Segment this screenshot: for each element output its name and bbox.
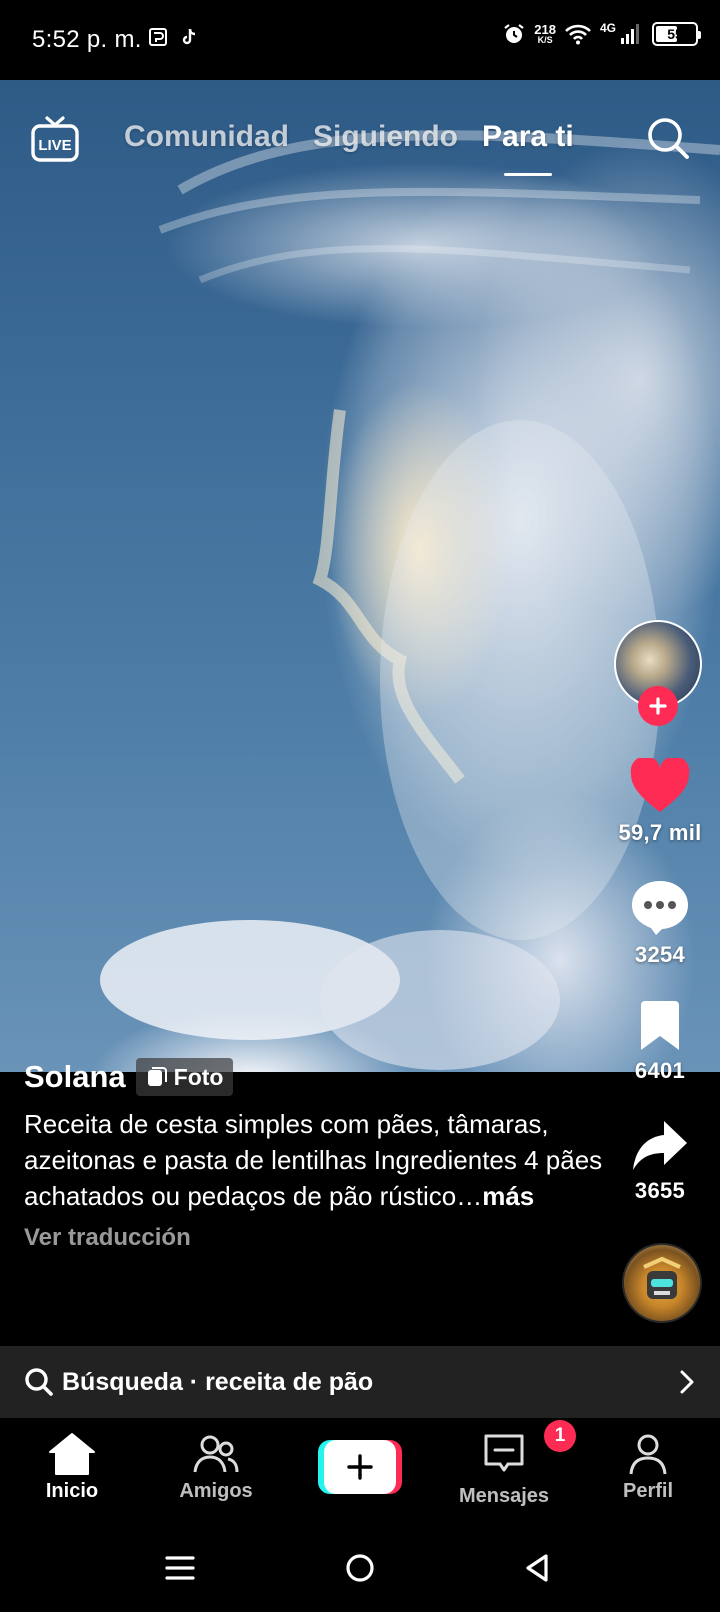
- comment-count: 3254: [634, 942, 686, 967]
- search-icon: [25, 1368, 53, 1396]
- tab-para-ti[interactable]: Para ti: [482, 120, 574, 176]
- search-icon: [648, 118, 689, 159]
- creator-username[interactable]: Solana: [24, 1059, 126, 1095]
- heart-icon: [630, 758, 690, 812]
- friends-icon: [193, 1435, 239, 1473]
- share-count: 3655: [634, 1178, 686, 1203]
- save-count: 6401: [634, 1058, 686, 1083]
- menu-lines-icon: [165, 1556, 195, 1580]
- nav-label-perfil: Perfil: [622, 1480, 674, 1502]
- robot-avatar-icon: [643, 1256, 681, 1299]
- alarm-icon: [504, 24, 524, 43]
- share-arrow-icon: [633, 1121, 687, 1170]
- nav-label-mensajes: Mensajes: [458, 1485, 550, 1507]
- photo-tag-label: Foto: [173, 1063, 224, 1090]
- cell-signal-icon: [621, 24, 639, 44]
- nav-inicio[interactable]: Inicio: [12, 1432, 132, 1503]
- more-link[interactable]: más: [482, 1181, 534, 1211]
- bottom-nav: Inicio Amigos 1 Mensajes Perfil: [0, 1418, 720, 1530]
- search-suggestion-text: Búsqueda · receita de pão: [62, 1368, 678, 1397]
- live-button[interactable]: LIVE: [30, 114, 80, 171]
- like-count: 59,7 mil: [618, 820, 702, 845]
- live-label: LIVE: [38, 137, 71, 154]
- recent-apps-button[interactable]: [164, 1552, 196, 1589]
- feed-tabs: Comunidad Siguiendo Para ti: [124, 120, 574, 176]
- app-notification-icon: [149, 28, 167, 46]
- search-button[interactable]: [646, 116, 690, 165]
- tiktok-notification-icon: [182, 28, 196, 45]
- post-caption: Solana Foto Receita de cesta simples com…: [24, 1058, 604, 1252]
- search-query: receita de pão: [205, 1367, 374, 1396]
- music-disc[interactable]: [622, 1243, 702, 1323]
- nav-amigos[interactable]: Amigos: [156, 1432, 276, 1503]
- profile-icon: [629, 1434, 667, 1475]
- creator-avatar-group: [614, 620, 704, 726]
- tab-comunidad[interactable]: Comunidad: [124, 120, 289, 154]
- follow-button[interactable]: [638, 686, 678, 726]
- nav-label-inicio: Inicio: [45, 1480, 99, 1502]
- create-button[interactable]: [318, 1440, 402, 1494]
- search-suggestion-bar[interactable]: Búsqueda · receita de pão: [0, 1346, 720, 1418]
- chevron-right-icon: [680, 1370, 694, 1394]
- back-system-button[interactable]: [522, 1552, 554, 1589]
- save-action[interactable]: 6401: [605, 1000, 715, 1084]
- top-nav: LIVE Comunidad Siguiendo Para ti: [0, 108, 720, 188]
- network-speed-unit: K/S: [537, 35, 553, 45]
- inbox-icon: [484, 1434, 524, 1472]
- search-prefix: Búsqueda: [62, 1367, 183, 1396]
- share-action[interactable]: 3655: [605, 1118, 715, 1204]
- plus-icon: [347, 1454, 373, 1480]
- photo-tag: Foto: [135, 1058, 234, 1096]
- system-nav-bar: [0, 1530, 720, 1612]
- battery-indicator: 55: [652, 22, 701, 46]
- search-separator: ·: [182, 1367, 206, 1396]
- network-speed: 218 K/S: [534, 23, 556, 45]
- translate-link[interactable]: Ver traducción: [24, 1224, 604, 1252]
- nav-perfil[interactable]: Perfil: [588, 1432, 708, 1503]
- battery-level: 55: [667, 26, 683, 42]
- wifi-icon: [565, 24, 591, 45]
- create-button-face: [324, 1440, 396, 1494]
- comment-icon: [632, 881, 688, 935]
- live-tv-icon: LIVE: [31, 116, 79, 162]
- comment-action[interactable]: 3254: [605, 878, 715, 968]
- music-cover: [624, 1245, 700, 1321]
- username-row: Solana Foto: [24, 1058, 604, 1096]
- plus-icon: [649, 697, 667, 715]
- home-system-button[interactable]: [344, 1552, 376, 1589]
- status-bar: 5:52 p. m. 218 K/S 4G 55: [0, 0, 720, 80]
- like-action[interactable]: 59,7 mil: [605, 758, 715, 846]
- tab-siguiendo[interactable]: Siguiendo: [313, 120, 458, 154]
- messages-badge: 1: [544, 1420, 576, 1452]
- nav-mensajes[interactable]: 1 Mensajes: [444, 1420, 576, 1508]
- bookmark-icon: [641, 1001, 679, 1050]
- messages-icon-wrap: 1: [482, 1420, 576, 1481]
- nav-label-amigos: Amigos: [179, 1480, 253, 1502]
- status-notification-icons: [148, 27, 198, 47]
- network-type: 4G: [599, 21, 616, 35]
- post-description[interactable]: Receita de cesta simples com pães, tâmar…: [24, 1106, 604, 1214]
- circle-home-icon: [346, 1554, 374, 1582]
- photo-stack-icon: [147, 1067, 167, 1086]
- back-triangle-icon: [526, 1554, 548, 1582]
- status-indicators: 218 K/S 4G 55: [502, 21, 701, 46]
- home-icon: [49, 1433, 95, 1475]
- status-time: 5:52 p. m.: [32, 26, 142, 53]
